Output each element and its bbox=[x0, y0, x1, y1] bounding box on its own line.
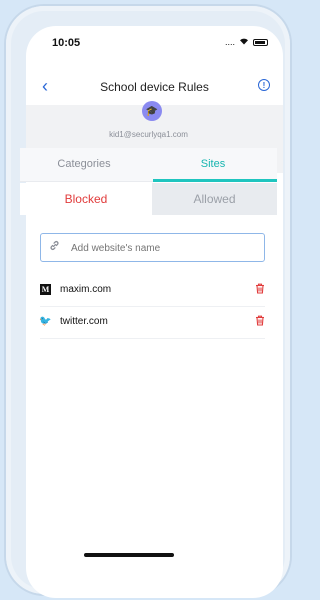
link-icon bbox=[49, 240, 60, 254]
twitter-logo-icon: 🐦 bbox=[39, 316, 52, 327]
active-tab-indicator bbox=[153, 179, 277, 182]
list-item[interactable]: Mmaxim.com bbox=[40, 275, 265, 307]
account-email: kid1@securlyqa1.com bbox=[109, 130, 188, 139]
trash-icon bbox=[256, 283, 264, 294]
tab-blocked[interactable]: Blocked bbox=[20, 183, 152, 215]
delete-site-button[interactable] bbox=[255, 315, 265, 329]
site-name: twitter.com bbox=[60, 316, 108, 327]
maxim-logo-icon: M bbox=[40, 284, 51, 295]
tab-categories[interactable]: Categories bbox=[20, 148, 148, 181]
avatar: 🎓 bbox=[142, 101, 162, 121]
graduation-cap-icon: 🎓 bbox=[145, 105, 159, 117]
sub-tabs: Blocked Allowed bbox=[20, 183, 277, 215]
content-layer: 🎓 kid1@securlyqa1.com Categories Sites B… bbox=[20, 20, 277, 592]
add-website-field[interactable] bbox=[40, 233, 265, 263]
home-indicator bbox=[84, 553, 174, 557]
trash-icon bbox=[256, 315, 264, 326]
main-tabs: Categories Sites bbox=[20, 148, 277, 182]
website-name-input[interactable] bbox=[69, 234, 263, 263]
tab-allowed[interactable]: Allowed bbox=[152, 183, 277, 215]
list-item[interactable]: 🐦 twitter.com bbox=[39, 307, 265, 339]
site-name: maxim.com bbox=[60, 284, 112, 295]
tab-sites[interactable]: Sites bbox=[149, 148, 277, 181]
delete-site-button[interactable] bbox=[255, 283, 265, 297]
blocked-sites-list: Mmaxim.com 🐦 twitter.com bbox=[20, 275, 277, 339]
